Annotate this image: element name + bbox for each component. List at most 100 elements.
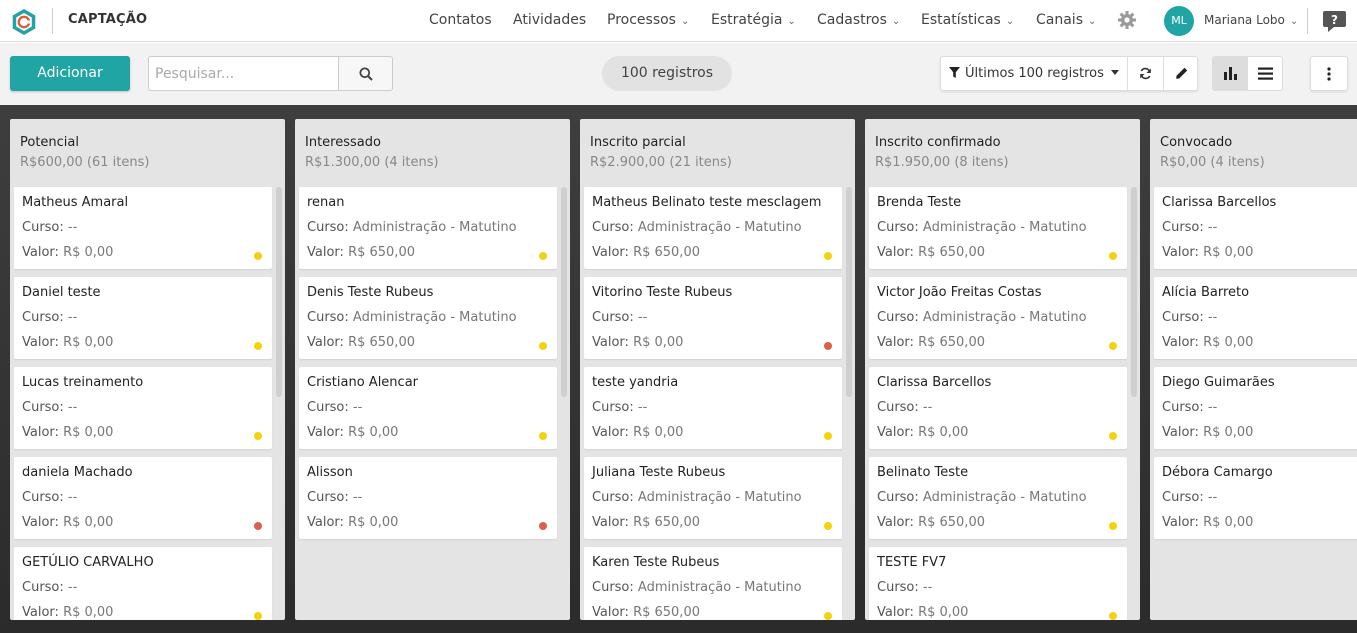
lead-card[interactable]: Clarissa Barcellos Curso: -- Valor: R$ 0,0… bbox=[1154, 187, 1357, 269]
nav-atividades[interactable]: Atividades bbox=[513, 12, 586, 28]
toolbar: Adicionar 100 registros Últimos 100 regi… bbox=[0, 43, 1357, 105]
valor-label: Valor: bbox=[22, 605, 59, 620]
lead-curso: Curso: -- bbox=[877, 580, 932, 595]
lead-card[interactable]: Belinato Teste Curso: Administração - Mat… bbox=[869, 457, 1127, 539]
nav-processos[interactable]: Processos ⌄ bbox=[607, 12, 689, 28]
column-scrollbar[interactable] bbox=[846, 187, 852, 397]
curso-label: Curso: bbox=[1162, 490, 1204, 505]
column-scrollbar[interactable] bbox=[1131, 187, 1137, 397]
lead-valor: Valor: R$ 650,00 bbox=[877, 245, 985, 260]
valor-value: R$ 650,00 bbox=[633, 245, 700, 260]
valor-label: Valor: bbox=[307, 335, 344, 350]
lead-card[interactable]: GETÚLIO CARVALHO Curso: -- Valor: R$ 0,00 bbox=[14, 547, 272, 620]
lead-card[interactable]: Débora Camargo Curso: -- Valor: R$ 0,00 bbox=[1154, 457, 1357, 539]
curso-value: -- bbox=[352, 490, 363, 505]
lead-card[interactable]: Lucas treinamento Curso: -- Valor: R$ 0,00 bbox=[14, 367, 272, 449]
user-avatar[interactable]: ML bbox=[1164, 6, 1194, 36]
lead-card[interactable]: teste yandria Curso: -- Valor: R$ 0,00 bbox=[584, 367, 842, 449]
lead-valor: Valor: R$ 0,00 bbox=[877, 425, 968, 440]
column-scrollbar[interactable] bbox=[276, 187, 282, 397]
status-dot bbox=[824, 342, 832, 350]
gear-icon[interactable] bbox=[1117, 10, 1137, 30]
lead-name: Alisson bbox=[307, 465, 353, 480]
lead-card[interactable]: Cristiano Alencar Curso: -- Valor: R$ 0,00 bbox=[299, 367, 557, 449]
curso-label: Curso: bbox=[592, 580, 634, 595]
valor-value: R$ 0,00 bbox=[63, 605, 114, 620]
nav-cadastros[interactable]: Cadastros ⌄ bbox=[817, 12, 900, 28]
board-view-button[interactable] bbox=[1213, 57, 1248, 90]
lead-name: Karen Teste Rubeus bbox=[592, 555, 720, 570]
status-dot bbox=[1109, 522, 1117, 530]
lead-name: Clarissa Barcellos bbox=[877, 375, 992, 390]
valor-label: Valor: bbox=[877, 335, 914, 350]
valor-value: R$ 650,00 bbox=[918, 245, 985, 260]
lead-name: Vitorino Teste Rubeus bbox=[592, 285, 733, 300]
lead-card[interactable]: Clarissa Barcellos Curso: -- Valor: R$ 0,0… bbox=[869, 367, 1127, 449]
curso-value: Administração - Matutino bbox=[637, 490, 802, 505]
lead-curso: Curso: Administração - Matutino bbox=[307, 310, 517, 325]
curso-label: Curso: bbox=[1162, 220, 1204, 235]
curso-label: Curso: bbox=[877, 400, 919, 415]
lead-name: Cristiano Alencar bbox=[307, 375, 419, 390]
lead-card[interactable]: Karen Teste Rubeus Curso: Administração -… bbox=[584, 547, 842, 620]
user-menu[interactable]: Mariana Lobo ⌄ bbox=[1204, 13, 1298, 27]
refresh-icon bbox=[1140, 67, 1151, 80]
curso-value: Administração - Matutino bbox=[352, 310, 517, 325]
nav-estatisticas[interactable]: Estatísticas ⌄ bbox=[921, 12, 1014, 28]
lead-valor: Valor: R$ 650,00 bbox=[592, 605, 700, 620]
curso-value: -- bbox=[352, 400, 363, 415]
lead-name: Denis Teste Rubeus bbox=[307, 285, 434, 300]
valor-value: R$ 0,00 bbox=[348, 515, 399, 530]
lead-card[interactable]: Vitorino Teste Rubeus Curso: -- Valor: R$ … bbox=[584, 277, 842, 359]
lead-card[interactable]: renan Curso: Administração - Matutino Valo… bbox=[299, 187, 557, 269]
lead-card[interactable]: Alícia Barreto Curso: -- Valor: R$ 0,00 bbox=[1154, 277, 1357, 359]
lead-card[interactable]: Victor João Freitas Costas Curso: Adminis… bbox=[869, 277, 1127, 359]
nav-contatos[interactable]: Contatos bbox=[429, 12, 492, 28]
nav-estrategia[interactable]: Estratégia ⌄ bbox=[711, 12, 796, 28]
lead-card[interactable]: daniela Machado Curso: -- Valor: R$ 0,00 bbox=[14, 457, 272, 539]
lead-card[interactable]: Brenda Teste Curso: Administração - Matut… bbox=[869, 187, 1127, 269]
header-divider bbox=[1307, 8, 1308, 34]
lead-card[interactable]: Juliana Teste Rubeus Curso: Administração… bbox=[584, 457, 842, 539]
status-dot bbox=[254, 342, 262, 350]
add-button[interactable]: Adicionar bbox=[10, 56, 130, 91]
lead-valor: Valor: R$ 650,00 bbox=[592, 515, 700, 530]
search-input[interactable] bbox=[148, 56, 338, 91]
lead-curso: Curso: -- bbox=[1162, 490, 1217, 505]
lead-card[interactable]: TESTE FV7 Curso: -- Valor: R$ 0,00 bbox=[869, 547, 1127, 620]
filter-icon bbox=[949, 67, 960, 78]
search-button[interactable] bbox=[338, 56, 393, 91]
lead-valor: Valor: R$ 650,00 bbox=[877, 335, 985, 350]
more-options-button[interactable] bbox=[1310, 56, 1348, 91]
lead-card[interactable]: Denis Teste Rubeus Curso: Administração -… bbox=[299, 277, 557, 359]
column-summary: R$0,00 (4 itens) bbox=[1160, 155, 1265, 170]
vertical-ellipsis-icon bbox=[1327, 67, 1331, 81]
lead-card[interactable]: Alisson Curso: -- Valor: R$ 0,00 bbox=[299, 457, 557, 539]
lead-card[interactable]: Matheus Belinato teste mesclagem Curso: A… bbox=[584, 187, 842, 269]
curso-label: Curso: bbox=[1162, 400, 1204, 415]
edit-button[interactable] bbox=[1163, 57, 1199, 90]
valor-label: Valor: bbox=[592, 245, 629, 260]
curso-value: -- bbox=[1207, 310, 1218, 325]
lead-card[interactable]: Daniel teste Curso: -- Valor: R$ 0,00 bbox=[14, 277, 272, 359]
curso-value: Administração - Matutino bbox=[922, 310, 1087, 325]
list-view-button[interactable] bbox=[1248, 57, 1283, 90]
curso-label: Curso: bbox=[877, 310, 919, 325]
column-scrollbar[interactable] bbox=[561, 187, 567, 397]
app-logo-icon[interactable] bbox=[10, 8, 38, 36]
help-icon[interactable]: ? bbox=[1322, 9, 1347, 33]
refresh-button[interactable] bbox=[1127, 57, 1163, 90]
pipeline-column: Potencial R$600,00 (61 itens) Matheus Amar… bbox=[10, 119, 285, 620]
column-title: Interessado bbox=[305, 135, 381, 150]
status-dot bbox=[824, 522, 832, 530]
curso-label: Curso: bbox=[22, 310, 64, 325]
nav-canais[interactable]: Canais ⌄ bbox=[1036, 12, 1096, 28]
curso-label: Curso: bbox=[592, 310, 634, 325]
lead-name: Clarissa Barcellos bbox=[1162, 195, 1277, 210]
lead-valor: Valor: R$ 0,00 bbox=[1162, 335, 1253, 350]
lead-card[interactable]: Matheus Amaral Curso: -- Valor: R$ 0,00 bbox=[14, 187, 272, 269]
filter-dropdown[interactable]: Últimos 100 registros bbox=[941, 57, 1127, 90]
lead-card[interactable]: Diego Guimarães Curso: -- Valor: R$ 0,00 bbox=[1154, 367, 1357, 449]
card-list: Brenda Teste Curso: Administração - Matut… bbox=[869, 187, 1127, 620]
lead-valor: Valor: R$ 0,00 bbox=[592, 335, 683, 350]
